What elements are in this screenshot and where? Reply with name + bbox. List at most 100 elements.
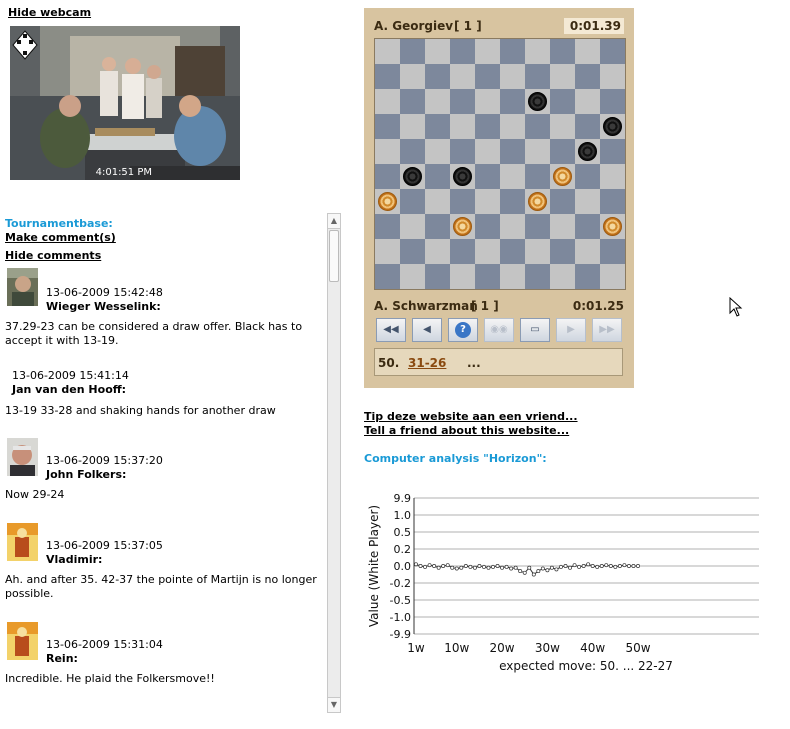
board-square[interactable]: [400, 214, 425, 239]
board-square[interactable]: [450, 64, 475, 89]
window-button[interactable]: ▭: [520, 318, 550, 342]
board-square[interactable]: [375, 264, 400, 289]
board-square[interactable]: [475, 64, 500, 89]
board-square[interactable]: [550, 239, 575, 264]
board-square[interactable]: [500, 264, 525, 289]
board-square[interactable]: [525, 139, 550, 164]
board-square[interactable]: [525, 64, 550, 89]
board-square[interactable]: [525, 264, 550, 289]
board-square[interactable]: [550, 64, 575, 89]
scroll-down-arrow-icon[interactable]: ▼: [328, 697, 340, 712]
black-piece[interactable]: [403, 167, 422, 186]
board-square[interactable]: [375, 214, 400, 239]
board-square[interactable]: [525, 39, 550, 64]
board-square[interactable]: [400, 39, 425, 64]
autoplay-button[interactable]: ◉◉: [484, 318, 514, 342]
board-square[interactable]: [425, 89, 450, 114]
board-square[interactable]: [500, 164, 525, 189]
board-square[interactable]: [525, 214, 550, 239]
board-square[interactable]: [375, 139, 400, 164]
board-square[interactable]: [450, 39, 475, 64]
board-square[interactable]: [425, 214, 450, 239]
board-square[interactable]: [450, 89, 475, 114]
board-square[interactable]: [525, 114, 550, 139]
board-square[interactable]: [375, 114, 400, 139]
board-square[interactable]: [600, 264, 625, 289]
board-square[interactable]: [500, 114, 525, 139]
board-square[interactable]: [550, 114, 575, 139]
board-square[interactable]: [575, 39, 600, 64]
board-square[interactable]: [600, 39, 625, 64]
board-square[interactable]: [575, 189, 600, 214]
board-square[interactable]: [575, 114, 600, 139]
board-square[interactable]: [475, 264, 500, 289]
board-square[interactable]: [550, 189, 575, 214]
board-square[interactable]: [600, 89, 625, 114]
first-move-button[interactable]: ◀◀: [376, 318, 406, 342]
move-link[interactable]: 31-26: [408, 356, 446, 370]
board-square[interactable]: [475, 164, 500, 189]
board-square[interactable]: [575, 89, 600, 114]
board-square[interactable]: [375, 89, 400, 114]
board-square[interactable]: [450, 189, 475, 214]
board-square[interactable]: [475, 114, 500, 139]
draughts-board[interactable]: [374, 38, 626, 290]
make-comment-link[interactable]: Make comment(s): [5, 231, 116, 244]
board-square[interactable]: [425, 139, 450, 164]
black-piece[interactable]: [578, 142, 597, 161]
tip-website-link[interactable]: Tip deze website aan een vriend...: [364, 410, 578, 423]
board-square[interactable]: [550, 39, 575, 64]
board-square[interactable]: [475, 39, 500, 64]
board-square[interactable]: [475, 189, 500, 214]
board-square[interactable]: [425, 239, 450, 264]
board-square[interactable]: [600, 189, 625, 214]
board-square[interactable]: [425, 64, 450, 89]
board-square[interactable]: [375, 64, 400, 89]
board-square[interactable]: [575, 164, 600, 189]
board-square[interactable]: [450, 239, 475, 264]
next-move-button[interactable]: ▶: [556, 318, 586, 342]
board-square[interactable]: [475, 89, 500, 114]
board-square[interactable]: [425, 164, 450, 189]
board-square[interactable]: [400, 189, 425, 214]
board-square[interactable]: [600, 164, 625, 189]
board-square[interactable]: [500, 139, 525, 164]
board-square[interactable]: [550, 214, 575, 239]
black-piece[interactable]: [453, 167, 472, 186]
board-square[interactable]: [400, 139, 425, 164]
board-square[interactable]: [425, 114, 450, 139]
board-square[interactable]: [600, 64, 625, 89]
tell-friend-link[interactable]: Tell a friend about this website...: [364, 424, 569, 437]
board-square[interactable]: [500, 64, 525, 89]
white-piece[interactable]: [453, 217, 472, 236]
black-piece[interactable]: [603, 117, 622, 136]
board-square[interactable]: [500, 189, 525, 214]
board-square[interactable]: [600, 139, 625, 164]
board-square[interactable]: [425, 189, 450, 214]
comments-scrollbar[interactable]: ▲ ▼: [327, 213, 341, 713]
white-piece[interactable]: [553, 167, 572, 186]
board-square[interactable]: [525, 164, 550, 189]
board-square[interactable]: [500, 89, 525, 114]
scroll-thumb[interactable]: [329, 230, 339, 282]
board-square[interactable]: [550, 89, 575, 114]
board-square[interactable]: [375, 164, 400, 189]
board-square[interactable]: [450, 139, 475, 164]
board-square[interactable]: [600, 239, 625, 264]
board-square[interactable]: [450, 264, 475, 289]
board-square[interactable]: [575, 64, 600, 89]
board-square[interactable]: [500, 214, 525, 239]
board-square[interactable]: [400, 239, 425, 264]
hide-comments-link[interactable]: Hide comments: [5, 249, 101, 262]
board-square[interactable]: [575, 239, 600, 264]
board-square[interactable]: [575, 264, 600, 289]
last-move-button[interactable]: ▶▶: [592, 318, 622, 342]
board-square[interactable]: [575, 214, 600, 239]
board-square[interactable]: [375, 39, 400, 64]
previous-move-button[interactable]: ◀: [412, 318, 442, 342]
board-square[interactable]: [400, 114, 425, 139]
board-square[interactable]: [525, 239, 550, 264]
board-square[interactable]: [475, 139, 500, 164]
white-piece[interactable]: [378, 192, 397, 211]
board-square[interactable]: [550, 264, 575, 289]
